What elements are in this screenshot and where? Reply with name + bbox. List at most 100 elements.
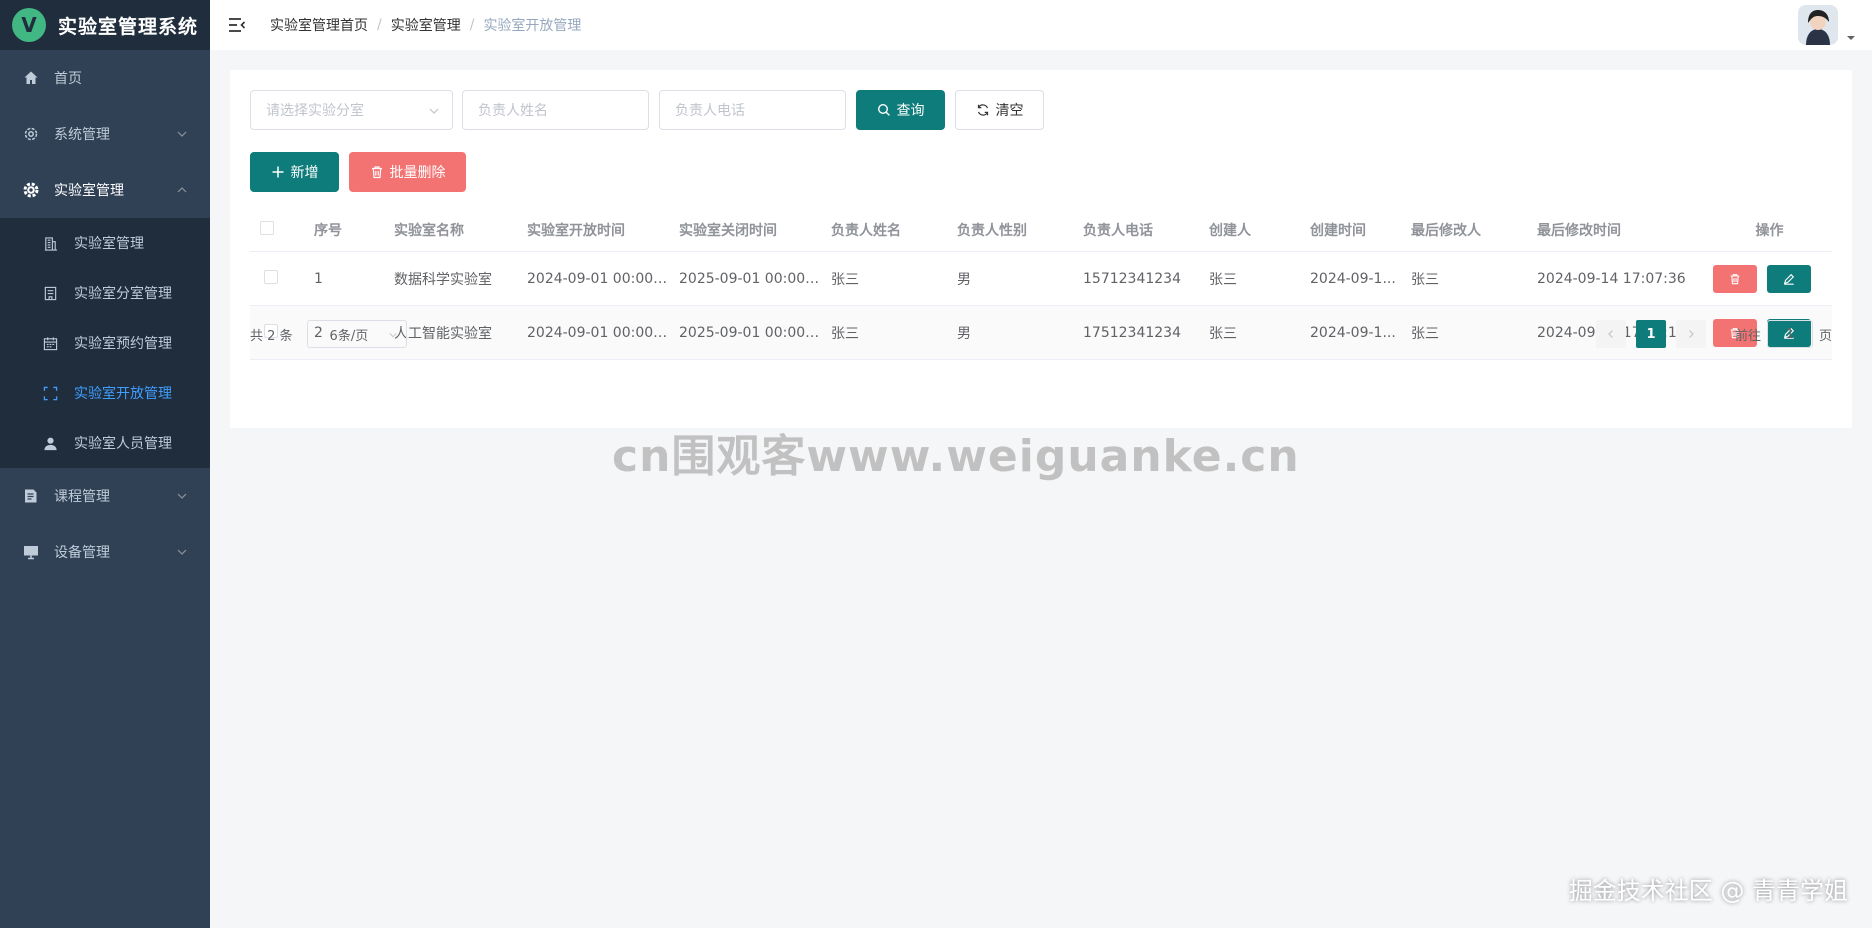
column-header: 操作 xyxy=(1755,222,1784,239)
search-button-label: 查询 xyxy=(896,103,925,119)
room-select[interactable]: 请选择实验分室 xyxy=(250,90,453,130)
sidebar-subitem-lab-open[interactable]: 实验室开放管理 xyxy=(0,368,210,418)
sidebar-item-label: 设备管理 xyxy=(54,545,110,561)
page-size-select[interactable]: 6条/页 xyxy=(306,320,407,348)
chevron-right-icon xyxy=(1689,330,1694,338)
table-cell: 2024-09-1... xyxy=(1310,270,1396,287)
page-suffix-label: 页 xyxy=(1818,328,1832,344)
top-navbar: 实验室管理首页 / 实验室管理 / 实验室开放管理 xyxy=(210,0,1872,50)
document-icon xyxy=(22,487,40,505)
table-cell: 2024-09-14 17:07:36 xyxy=(1537,270,1686,287)
column-header: 负责人姓名 xyxy=(831,222,901,239)
lab-submenu: 实验室管理 实验室分室管理 实验室预约管理 实验室开放管理 实验室人员管理 xyxy=(0,218,210,468)
column-header: 序号 xyxy=(314,222,342,239)
row-checkbox[interactable] xyxy=(264,269,278,284)
search-button[interactable]: 查询 xyxy=(856,90,945,130)
sidebar-subitem-lab-manage[interactable]: 实验室管理 xyxy=(0,218,210,268)
corner-watermark: 掘金技术社区 @ 青青学姐 xyxy=(1568,877,1848,905)
sidebar-item-home[interactable]: 首页 xyxy=(0,50,210,106)
page-number-button[interactable]: 1 xyxy=(1635,320,1666,348)
sidebar-subitem-label: 实验室分室管理 xyxy=(74,286,172,302)
trash-icon xyxy=(1730,273,1740,284)
scan-frame-icon xyxy=(42,385,58,401)
table-cell: 张三 xyxy=(1411,271,1439,288)
search-icon xyxy=(877,103,891,117)
table-cell: 张三 xyxy=(1209,271,1237,288)
sidebar-toggle-icon[interactable] xyxy=(226,14,248,36)
caret-down-icon[interactable] xyxy=(1846,30,1856,40)
breadcrumb-separator: / xyxy=(469,17,475,33)
sidebar-subitem-lab-staff[interactable]: 实验室人员管理 xyxy=(0,418,210,468)
sidebar-subitem-label: 实验室开放管理 xyxy=(74,386,172,402)
column-header: 实验室名称 xyxy=(394,222,464,239)
prev-page-button[interactable] xyxy=(1595,320,1626,348)
sidebar-item-label: 首页 xyxy=(54,71,82,87)
gear-outline-icon xyxy=(22,125,40,143)
sidebar-item-course[interactable]: 课程管理 xyxy=(0,468,210,524)
goto-page-input[interactable]: 1 xyxy=(1766,320,1813,348)
column-header: 最后修改人 xyxy=(1411,222,1481,239)
content-card: 请选择实验分室 负责人姓名 负责人电话 查询 清空 新增 批量删除 序号 实验室… xyxy=(230,70,1852,428)
user-icon xyxy=(42,435,58,451)
office-icon xyxy=(42,285,58,301)
manager-phone-placeholder: 负责人电话 xyxy=(675,103,745,119)
table-header: 序号 实验室名称 实验室开放时间 实验室关闭时间 负责人姓名 负责人性别 负责人… xyxy=(250,208,1832,252)
sidebar-subitem-lab-room[interactable]: 实验室分室管理 xyxy=(0,268,210,318)
chevron-up-icon xyxy=(176,184,188,196)
select-all-checkbox[interactable] xyxy=(260,220,274,235)
pagination-total: 共 2 条 xyxy=(250,328,293,344)
plus-icon xyxy=(271,165,285,179)
avatar[interactable] xyxy=(1798,5,1838,45)
goto-label: 前往 xyxy=(1734,328,1761,344)
logo-mark: V xyxy=(12,8,46,42)
sidebar: V 实验室管理系统 首页 系统管理 实验室管理 实验室管理 实验室分室管理 实验… xyxy=(0,0,210,928)
column-header: 负责人电话 xyxy=(1083,222,1153,239)
pagination: 共 2 条 6条/页 1 前往 1 页 xyxy=(250,318,1832,350)
column-header: 负责人性别 xyxy=(957,222,1027,239)
pencil-icon xyxy=(1783,273,1795,285)
manager-name-input[interactable]: 负责人姓名 xyxy=(462,90,649,130)
clear-button-label: 清空 xyxy=(995,103,1024,119)
column-header: 创建时间 xyxy=(1310,222,1366,239)
manager-name-placeholder: 负责人姓名 xyxy=(478,103,548,119)
table-cell: 1 xyxy=(314,270,323,287)
clear-button[interactable]: 清空 xyxy=(955,90,1044,130)
chevron-down-icon xyxy=(176,546,188,558)
batch-delete-button-label: 批量删除 xyxy=(389,165,446,181)
breadcrumb-separator: / xyxy=(377,17,382,33)
table-cell: 2024-09-01 00:00:00 xyxy=(527,270,669,287)
breadcrumb-item-home[interactable]: 实验室管理首页 xyxy=(270,15,368,35)
sidebar-item-system[interactable]: 系统管理 xyxy=(0,106,210,162)
table-cell: 张三 xyxy=(831,271,859,288)
batch-delete-button[interactable]: 批量删除 xyxy=(349,152,466,192)
table-cell: 2025-09-01 00:00:00 xyxy=(679,270,821,287)
sidebar-subitem-lab-reservation[interactable]: 实验室预约管理 xyxy=(0,318,210,368)
table-cell: 数据科学实验室 xyxy=(394,271,492,288)
next-page-button[interactable] xyxy=(1675,320,1706,348)
chevron-left-icon xyxy=(1608,330,1613,338)
table-cell: 男 xyxy=(957,271,971,288)
column-header: 实验室关闭时间 xyxy=(679,222,777,239)
delete-row-button[interactable] xyxy=(1713,264,1757,293)
monitor-icon xyxy=(22,543,40,561)
breadcrumb-item-lab[interactable]: 实验室管理 xyxy=(391,15,461,35)
sidebar-item-label: 课程管理 xyxy=(54,489,110,505)
building-icon xyxy=(42,235,58,251)
add-button[interactable]: 新增 xyxy=(250,152,339,192)
manager-phone-input[interactable]: 负责人电话 xyxy=(659,90,846,130)
home-icon xyxy=(22,69,40,87)
center-watermark: cn围观客www.weiguanke.cn xyxy=(612,431,1300,482)
room-select-placeholder: 请选择实验分室 xyxy=(266,103,364,119)
edit-row-button[interactable] xyxy=(1767,264,1811,293)
action-bar: 新增 批量删除 xyxy=(250,152,466,192)
chevron-down-icon xyxy=(388,329,398,339)
sidebar-item-device[interactable]: 设备管理 xyxy=(0,524,210,580)
trash-icon xyxy=(370,165,384,179)
sidebar-subitem-label: 实验室管理 xyxy=(74,236,144,252)
sidebar-item-lab[interactable]: 实验室管理 xyxy=(0,162,210,218)
app-title: 实验室管理系统 xyxy=(58,15,199,38)
row-operations xyxy=(1697,264,1832,293)
chevron-down-icon xyxy=(176,490,188,502)
page-jumper: 前往 1 页 xyxy=(1735,320,1832,348)
column-header: 实验室开放时间 xyxy=(527,222,625,239)
